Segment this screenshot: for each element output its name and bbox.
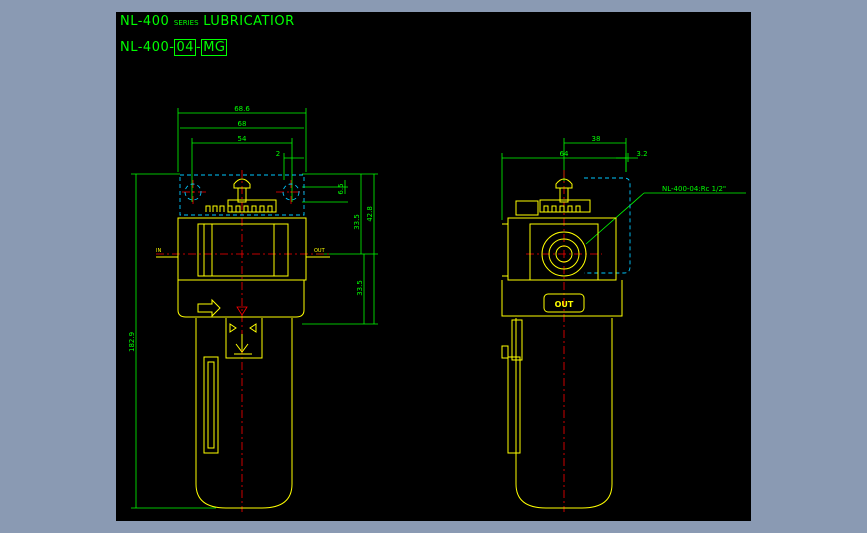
drawing-viewport[interactable]: NL-400 SERIES LUBRICATIOR NL-400-04-MG bbox=[116, 12, 751, 521]
dim-42-8: 42.8 bbox=[366, 206, 374, 222]
dim-33-5-upper: 33.5 bbox=[353, 214, 361, 230]
dim-33-5-lower: 33.5 bbox=[356, 280, 364, 296]
port-out-label: OUT bbox=[314, 248, 326, 254]
side-dim-38: 38 bbox=[592, 135, 601, 143]
side-dim-3-2: 3.2 bbox=[636, 150, 647, 158]
dim-182-9: 182.9 bbox=[128, 332, 136, 352]
front-dimension-texts: 68.6 68 54 2 6.5 33.5 42.8 33.5 182.9 bbox=[128, 105, 374, 352]
front-body-outline bbox=[156, 178, 330, 509]
front-centerlines bbox=[156, 170, 330, 512]
dim-68: 68 bbox=[238, 120, 247, 128]
dim-54: 54 bbox=[238, 135, 247, 143]
side-out-label: OUT bbox=[555, 300, 574, 309]
port-in-label: IN bbox=[156, 248, 161, 254]
front-view: IN OUT 68.6 68 54 2 6.5 33.5 42.8 33.5 1… bbox=[128, 105, 378, 512]
cad-drawing: IN OUT 68.6 68 54 2 6.5 33.5 42.8 33.5 1… bbox=[128, 105, 746, 512]
side-centerlines bbox=[526, 170, 602, 512]
side-dim-64: 64 bbox=[560, 150, 569, 158]
dim-6-5: 6.5 bbox=[337, 183, 345, 194]
dim-2: 2 bbox=[276, 150, 280, 158]
port-callout: NL-400-04:Rc 1/2" bbox=[662, 185, 726, 193]
dim-68-6: 68.6 bbox=[234, 105, 250, 113]
side-view: 64 38 3.2 NL-400-04:Rc 1/2" OUT bbox=[501, 135, 746, 512]
front-dimension-lines bbox=[131, 108, 378, 509]
side-dimension-texts: 64 38 3.2 bbox=[560, 135, 648, 158]
